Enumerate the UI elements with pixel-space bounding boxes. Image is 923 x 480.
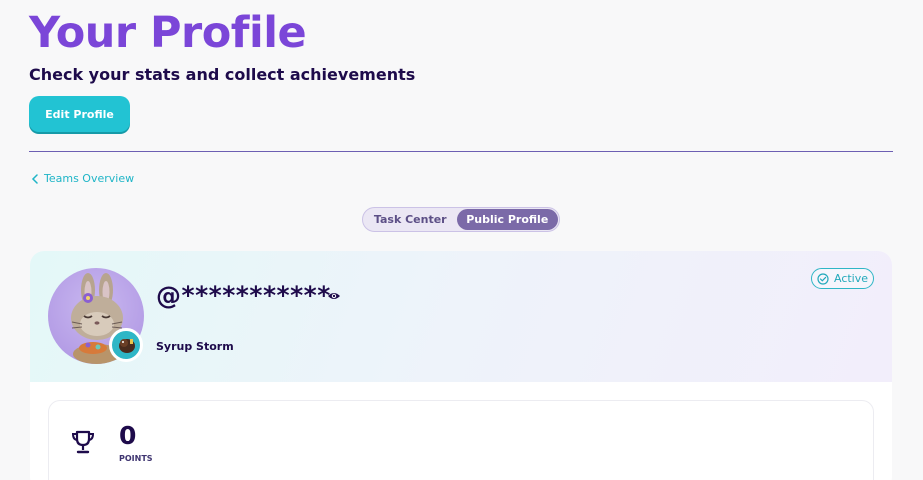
stats-panel: 0 POINTS: [48, 400, 874, 480]
page-subtitle: Check your stats and collect achievement…: [29, 65, 416, 84]
beaver-badge-icon: [109, 328, 143, 362]
profile-card-header: @*********** Syrup Storm Active: [30, 251, 892, 382]
check-circle-icon: [817, 272, 829, 285]
status-label: Active: [833, 272, 869, 285]
display-name: Syrup Storm: [156, 340, 234, 353]
chevron-left-icon: [31, 173, 38, 184]
profile-card: @*********** Syrup Storm Active 0 POINTS: [30, 251, 892, 480]
points-label: POINTS: [119, 454, 153, 463]
username: @***********: [156, 281, 331, 310]
page-title: Your Profile: [29, 8, 307, 58]
breadcrumb[interactable]: Teams Overview: [31, 172, 134, 185]
tab-task-center[interactable]: Task Center: [364, 209, 457, 230]
trophy-icon: [71, 430, 95, 454]
breadcrumb-label: Teams Overview: [44, 172, 135, 185]
header-divider: [29, 151, 893, 152]
profile-view-toggle: Task Center Public Profile: [362, 207, 560, 232]
status-badge: Active: [811, 268, 874, 289]
edit-profile-button[interactable]: Edit Profile: [29, 96, 130, 132]
tab-public-profile[interactable]: Public Profile: [456, 209, 558, 230]
points-value: 0: [119, 421, 137, 450]
eye-icon[interactable]: [327, 291, 341, 301]
